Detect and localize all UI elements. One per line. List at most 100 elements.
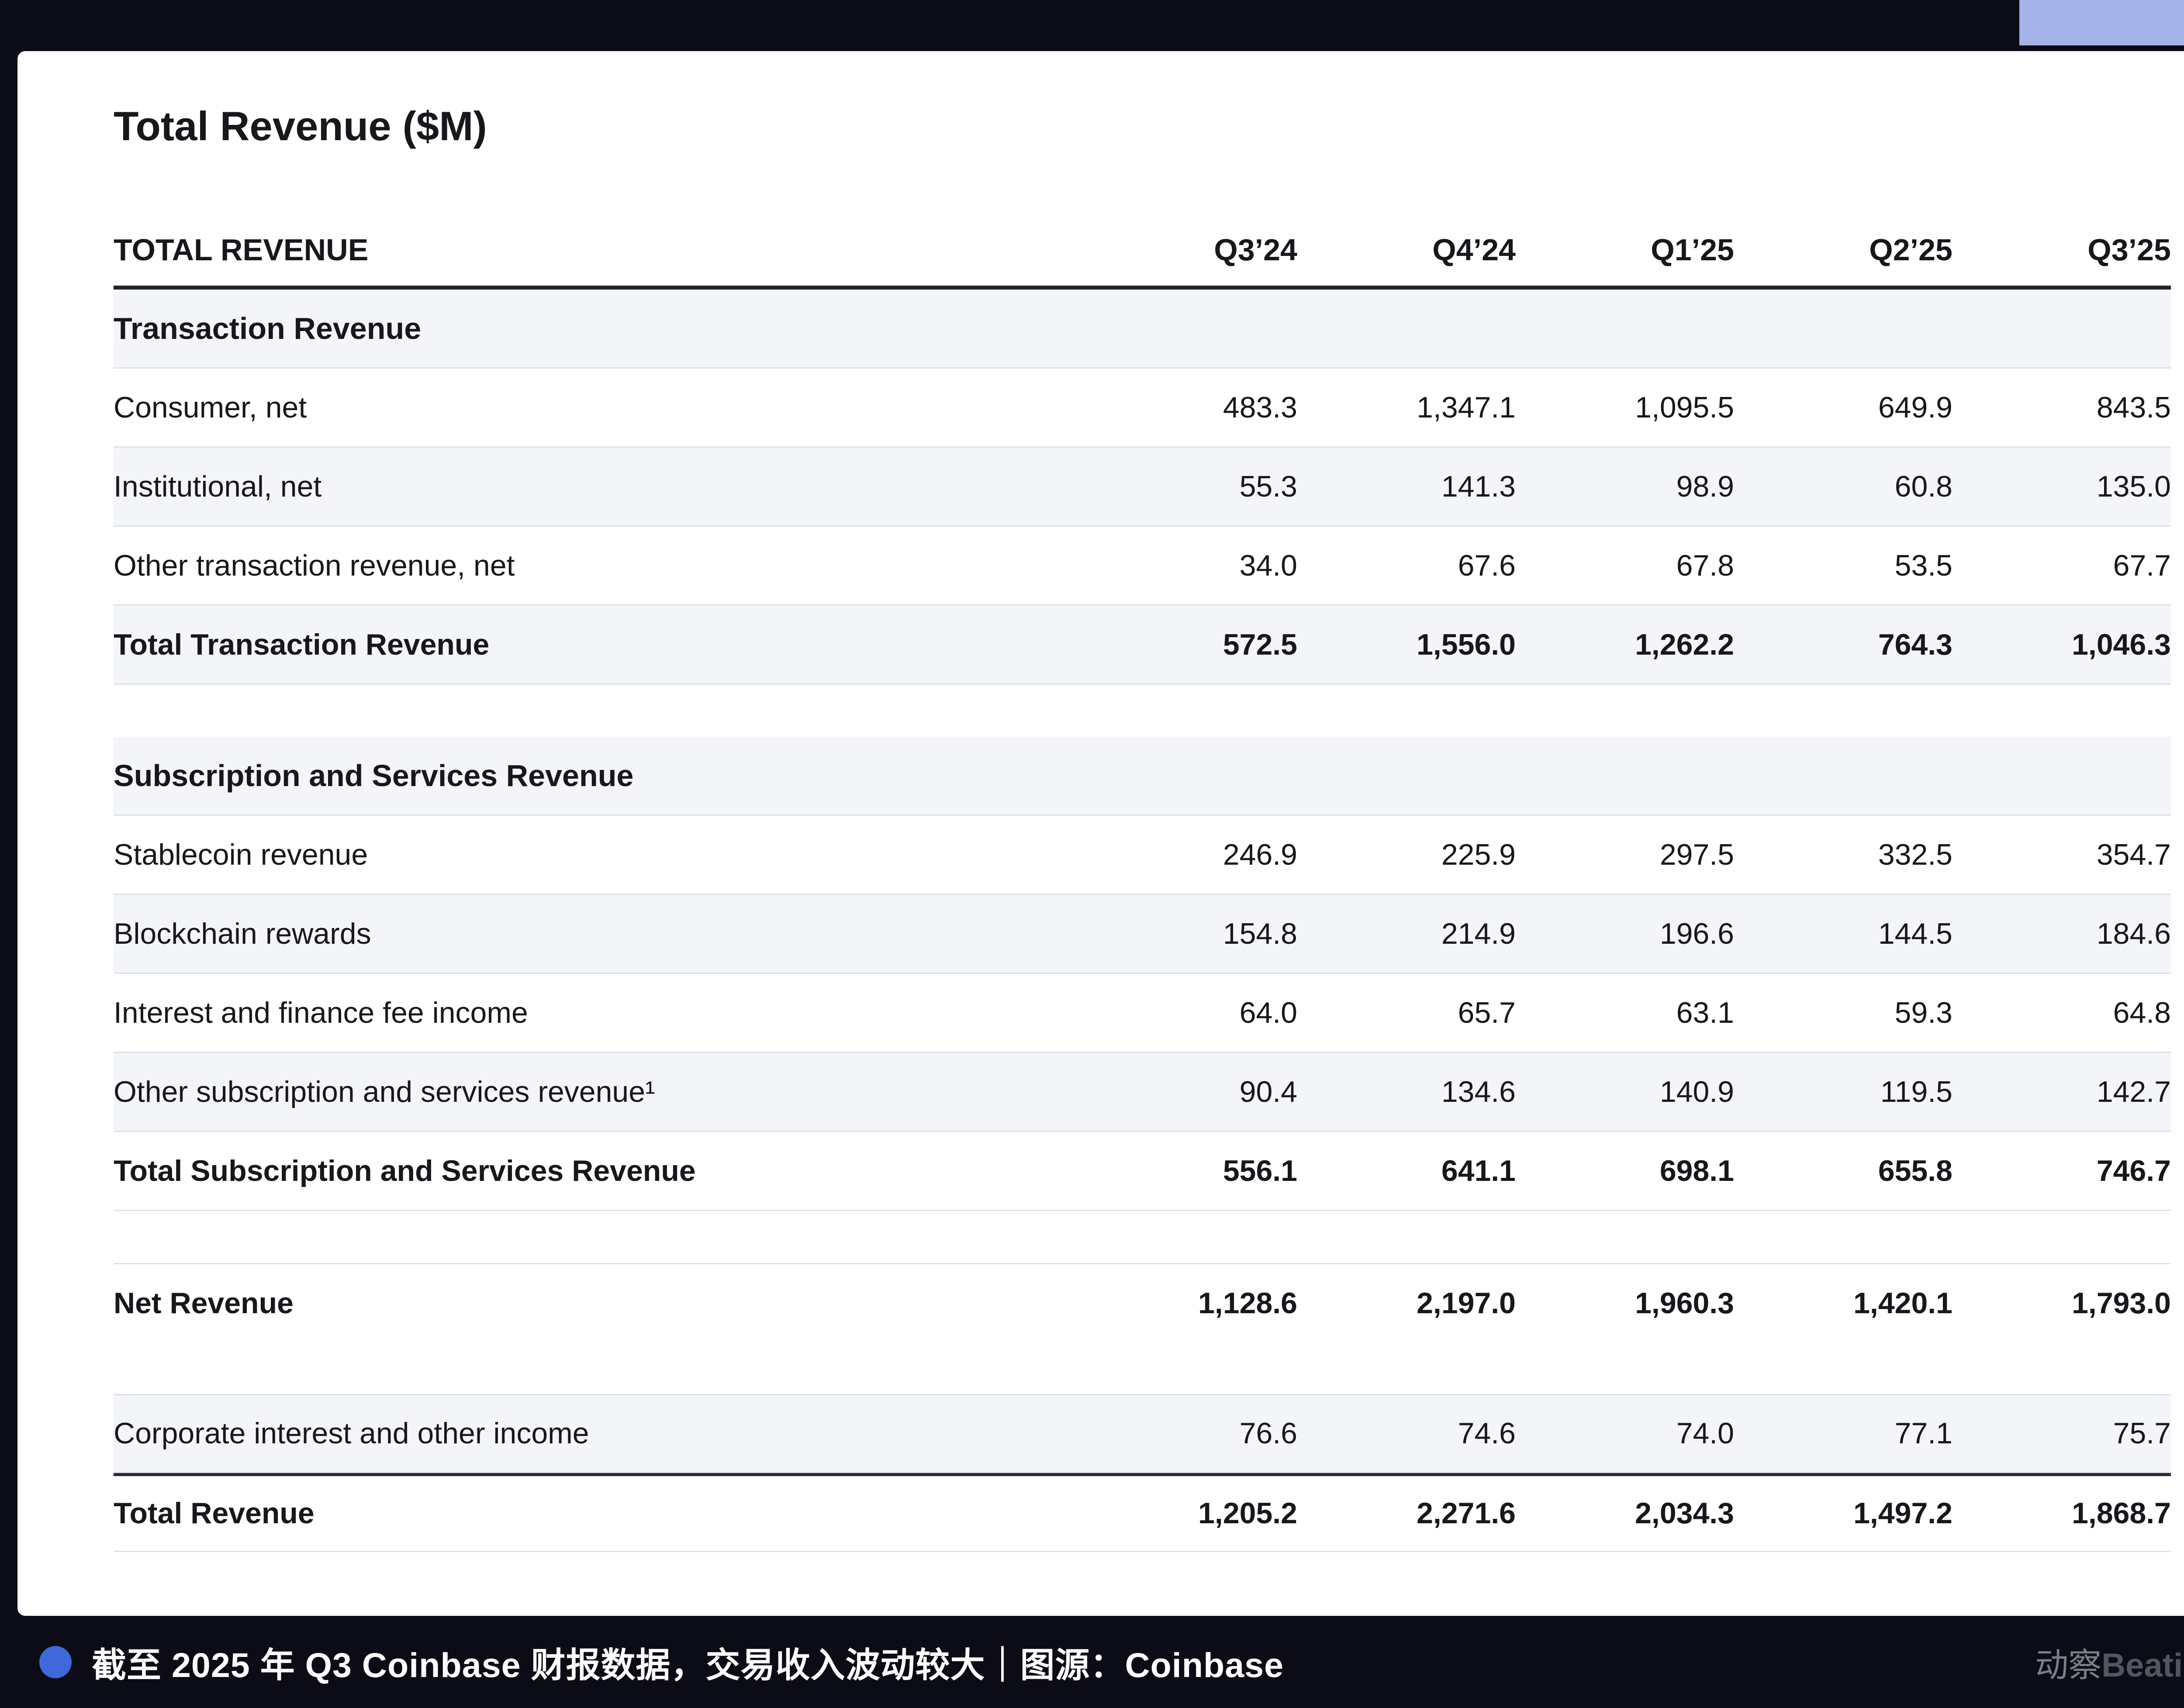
cell-q3-24: 64.0 bbox=[1079, 997, 1297, 1029]
header-col-q4-24: Q4’24 bbox=[1297, 233, 1516, 267]
cell-q2-25: 60.8 bbox=[1734, 470, 1952, 503]
cell-q1-25: 698.1 bbox=[1516, 1155, 1734, 1187]
cell-q1-25: 1,095.5 bbox=[1516, 391, 1734, 424]
row-label: Net Revenue bbox=[114, 1287, 1079, 1320]
cell-q1-25: 63.1 bbox=[1516, 997, 1734, 1029]
watermark: 动察Beating bbox=[2035, 1638, 2184, 1686]
cell-q3-24: 246.9 bbox=[1079, 838, 1297, 871]
cell-q1-25: 1,960.3 bbox=[1516, 1287, 1734, 1320]
cell-q1-25: 140.9 bbox=[1516, 1076, 1734, 1108]
cell-q1-25: 1,262.2 bbox=[1516, 628, 1734, 661]
section-label: Transaction Revenue bbox=[114, 312, 1079, 345]
table-spacer bbox=[114, 1342, 2171, 1394]
cell-q4-24: 1,347.1 bbox=[1297, 391, 1516, 424]
row-label: Total Subscription and Services Revenue bbox=[114, 1155, 1079, 1187]
cell-q1-25: 297.5 bbox=[1516, 838, 1734, 871]
cell-q2-25: 1,420.1 bbox=[1734, 1287, 1952, 1320]
watermark-en: Beating bbox=[2101, 1647, 2184, 1684]
section-row-subscription-services: Subscription and Services Revenue bbox=[114, 737, 2171, 816]
table-spacer bbox=[114, 685, 2171, 737]
cell-q3-24: 76.6 bbox=[1079, 1417, 1297, 1450]
row-label: Interest and finance fee income bbox=[114, 997, 1079, 1029]
cell-q3-25: 75.7 bbox=[1952, 1417, 2171, 1450]
content-card: Total Revenue ($M) TOTAL REVENUE Q3’24 Q… bbox=[17, 51, 2184, 1616]
cell-q4-24: 214.9 bbox=[1297, 918, 1516, 950]
header-total-revenue: TOTAL REVENUE bbox=[114, 233, 1079, 267]
cell-q3-24: 154.8 bbox=[1079, 918, 1297, 950]
section-label: Subscription and Services Revenue bbox=[114, 759, 1079, 793]
table-row-other-transaction-revenue: Other transaction revenue, net 34.0 67.6… bbox=[114, 527, 2171, 606]
cell-q3-24: 1,128.6 bbox=[1079, 1287, 1297, 1320]
cell-q4-24: 1,556.0 bbox=[1297, 628, 1516, 661]
row-label: Total Transaction Revenue bbox=[114, 628, 1079, 661]
row-label: Institutional, net bbox=[114, 470, 1079, 503]
table-row-total-transaction-revenue: Total Transaction Revenue 572.5 1,556.0 … bbox=[114, 606, 2171, 685]
caption-bullet-icon bbox=[39, 1646, 72, 1678]
table-row-consumer-net: Consumer, net 483.3 1,347.1 1,095.5 649.… bbox=[114, 369, 2171, 448]
row-label: Corporate interest and other income bbox=[114, 1417, 1079, 1450]
cell-q2-25: 332.5 bbox=[1734, 838, 1952, 871]
cell-q4-24: 2,197.0 bbox=[1297, 1287, 1516, 1320]
cell-q2-25: 144.5 bbox=[1734, 918, 1952, 950]
header-col-q3-24: Q3’24 bbox=[1079, 233, 1297, 267]
cell-q3-25: 1,046.3 bbox=[1952, 628, 2171, 661]
cell-q2-25: 764.3 bbox=[1734, 628, 1952, 661]
cell-q3-25: 1,868.7 bbox=[1952, 1497, 2171, 1530]
cell-q4-24: 134.6 bbox=[1297, 1076, 1516, 1108]
cell-q3-24: 483.3 bbox=[1079, 391, 1297, 424]
table-spacer bbox=[114, 1211, 2171, 1263]
table-row-blockchain-rewards: Blockchain rewards 154.8 214.9 196.6 144… bbox=[114, 895, 2171, 974]
watermark-cn: 动察 bbox=[2035, 1647, 2101, 1684]
revenue-table: TOTAL REVENUE Q3’24 Q4’24 Q1’25 Q2’25 Q3… bbox=[114, 214, 2171, 1552]
accent-corner-bar bbox=[2019, 0, 2184, 45]
cell-q4-24: 141.3 bbox=[1297, 470, 1516, 503]
cell-q3-25: 142.7 bbox=[1952, 1076, 2171, 1108]
table-row-stablecoin-revenue: Stablecoin revenue 246.9 225.9 297.5 332… bbox=[114, 816, 2171, 895]
cell-q3-25: 843.5 bbox=[1952, 391, 2171, 424]
row-label: Consumer, net bbox=[114, 391, 1079, 424]
cell-q4-24: 2,271.6 bbox=[1297, 1497, 1516, 1530]
row-label: Total Revenue bbox=[114, 1497, 1079, 1530]
cell-q3-24: 34.0 bbox=[1079, 549, 1297, 582]
cell-q3-25: 135.0 bbox=[1952, 470, 2171, 503]
cell-q3-25: 1,793.0 bbox=[1952, 1287, 2171, 1320]
row-label: Stablecoin revenue bbox=[114, 838, 1079, 871]
cell-q3-25: 746.7 bbox=[1952, 1155, 2171, 1187]
header-col-q3-25: Q3’25 bbox=[1952, 233, 2171, 267]
cell-q4-24: 67.6 bbox=[1297, 549, 1516, 582]
table-row-net-revenue: Net Revenue 1,128.6 2,197.0 1,960.3 1,42… bbox=[114, 1263, 2171, 1342]
cell-q1-25: 2,034.3 bbox=[1516, 1497, 1734, 1530]
cell-q4-24: 74.6 bbox=[1297, 1417, 1516, 1450]
cell-q3-24: 55.3 bbox=[1079, 470, 1297, 503]
cell-q2-25: 1,497.2 bbox=[1734, 1497, 1952, 1530]
table-header-row: TOTAL REVENUE Q3’24 Q4’24 Q1’25 Q2’25 Q3… bbox=[114, 214, 2171, 290]
table-row-corporate-interest: Corporate interest and other income 76.6… bbox=[114, 1394, 2171, 1473]
chart-title: Total Revenue ($M) bbox=[114, 103, 2171, 150]
header-col-q1-25: Q1’25 bbox=[1516, 233, 1734, 267]
table-row-total-subscription-services: Total Subscription and Services Revenue … bbox=[114, 1132, 2171, 1211]
cell-q4-24: 65.7 bbox=[1297, 997, 1516, 1029]
footer-caption: 截至 2025 年 Q3 Coinbase 财报数据，交易收入波动较大｜图源：C… bbox=[92, 1637, 1284, 1687]
row-label: Other subscription and services revenue¹ bbox=[114, 1076, 1079, 1108]
cell-q3-24: 1,205.2 bbox=[1079, 1497, 1297, 1530]
cell-q1-25: 74.0 bbox=[1516, 1417, 1734, 1450]
footer-bar: 截至 2025 年 Q3 Coinbase 财报数据，交易收入波动较大｜图源：C… bbox=[0, 1616, 2184, 1708]
header-col-q2-25: Q2’25 bbox=[1734, 233, 1952, 267]
cell-q3-25: 354.7 bbox=[1952, 838, 2171, 871]
cell-q2-25: 77.1 bbox=[1734, 1417, 1952, 1450]
row-label: Other transaction revenue, net bbox=[114, 549, 1079, 582]
section-row-transaction-revenue: Transaction Revenue bbox=[114, 290, 2171, 369]
cell-q2-25: 119.5 bbox=[1734, 1076, 1952, 1108]
page-frame: Total Revenue ($M) TOTAL REVENUE Q3’24 Q… bbox=[0, 0, 2184, 1708]
cell-q2-25: 655.8 bbox=[1734, 1155, 1952, 1187]
cell-q3-25: 184.6 bbox=[1952, 918, 2171, 950]
cell-q4-24: 641.1 bbox=[1297, 1155, 1516, 1187]
cell-q1-25: 67.8 bbox=[1516, 549, 1734, 582]
table-row-other-subscription-services: Other subscription and services revenue¹… bbox=[114, 1053, 2171, 1132]
table-row-institutional-net: Institutional, net 55.3 141.3 98.9 60.8 … bbox=[114, 448, 2171, 527]
cell-q3-25: 64.8 bbox=[1952, 997, 2171, 1029]
cell-q3-25: 67.7 bbox=[1952, 549, 2171, 582]
cell-q4-24: 225.9 bbox=[1297, 838, 1516, 871]
cell-q3-24: 556.1 bbox=[1079, 1155, 1297, 1187]
cell-q1-25: 196.6 bbox=[1516, 918, 1734, 950]
